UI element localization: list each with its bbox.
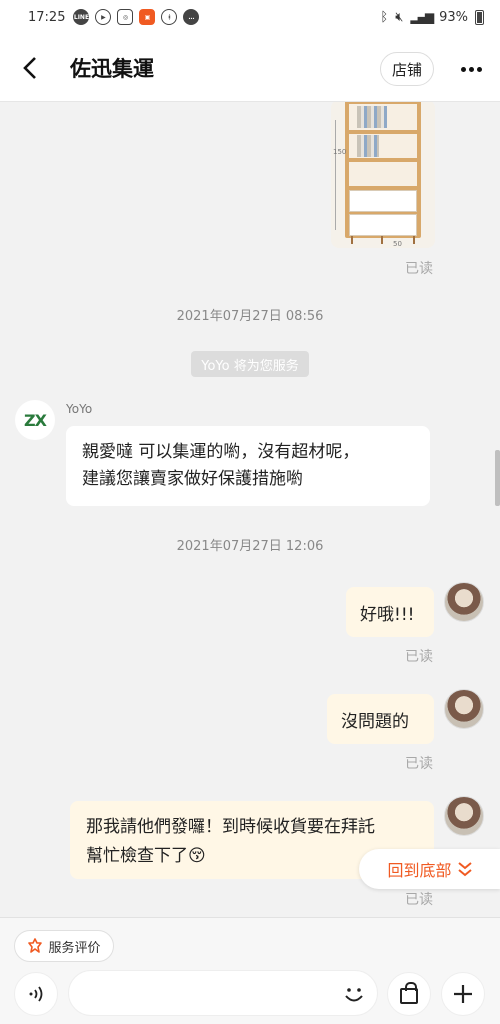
bag-icon [400, 982, 418, 1004]
mute-icon: 🔇︎ [395, 9, 404, 25]
read-status: 已读 [405, 261, 433, 277]
smile-icon [345, 988, 363, 1002]
service-rating-label: 服务评价 [48, 940, 101, 956]
battery-icon [475, 9, 484, 25]
chat-icon: … [183, 9, 200, 25]
scrollbar[interactable] [495, 450, 500, 506]
plus-icon [454, 985, 472, 1003]
walk-icon: ᚼ [161, 9, 178, 25]
read-status: 已读 [405, 649, 433, 665]
status-time: 17:25 [28, 9, 66, 25]
emoji-button[interactable] [340, 980, 368, 1008]
height-dimension: 150 [333, 148, 347, 156]
message-timestamp: 2021年07月27日 12:06 [176, 539, 324, 554]
line-icon: LINE [73, 9, 90, 25]
status-bar: 17:25 LINE ▶ ◎ ▣ ᚼ … ᛒ 🔇︎ ▂▄▆ 93% [0, 0, 500, 34]
read-status: 已读 [405, 756, 433, 772]
agent-avatar[interactable]: ZX [15, 400, 55, 440]
product-image[interactable]: 150 50 [331, 102, 435, 248]
chat-area[interactable]: 150 50 已读 2021年07月27日 08:56 YoYo 将为您服务 Z… [0, 102, 500, 917]
user-message-bubble[interactable]: 沒問題的 [327, 694, 434, 744]
shopee-icon: ▣ [139, 9, 156, 25]
scroll-to-bottom-button[interactable]: 回到底部 [359, 849, 500, 889]
dot-icon [468, 66, 474, 72]
user-avatar[interactable] [444, 582, 484, 622]
dot-icon [460, 66, 466, 72]
agent-name: YoYo [66, 402, 93, 416]
message-input[interactable] [68, 970, 378, 1016]
read-status: 已读 [405, 892, 433, 908]
bookshelf-picture [345, 102, 421, 238]
chevron-left-icon [23, 56, 36, 79]
dot-icon [476, 66, 482, 72]
instagram-icon: ◎ [117, 9, 134, 25]
status-system-icons: ᛒ 🔇︎ ▂▄▆ 93% [380, 9, 484, 25]
double-chevron-down-icon [457, 862, 472, 877]
back-button[interactable] [0, 34, 60, 102]
chat-header: 佐迅集運 店铺 [0, 34, 500, 102]
user-avatar[interactable] [444, 689, 484, 729]
more-options-button[interactable] [456, 52, 486, 86]
play-icon: ▶ [95, 9, 112, 25]
more-actions-button[interactable] [441, 972, 485, 1016]
voice-button[interactable] [14, 972, 58, 1016]
user-avatar[interactable] [444, 796, 484, 836]
message-timestamp: 2021年07月27日 08:56 [176, 309, 324, 324]
input-bar: 服务评价 [0, 917, 500, 1024]
system-notice: YoYo 将为您服务 [191, 351, 309, 377]
rating-icon [28, 938, 43, 953]
page-title: 佐迅集運 [70, 56, 154, 81]
agent-message-bubble[interactable]: 親愛噠 可以集運的喲，沒有超材呢， 建議您讓賣家做好保護措施喲 [66, 426, 430, 506]
battery-percent: 93% [439, 9, 468, 25]
shop-button[interactable]: 店铺 [380, 52, 434, 86]
bluetooth-icon: ᛒ [380, 9, 389, 25]
status-app-icons: LINE ▶ ◎ ▣ ᚼ … [73, 9, 200, 25]
voice-icon [29, 986, 43, 1002]
shopping-bag-button[interactable] [387, 972, 431, 1016]
scroll-to-bottom-label: 回到底部 [387, 861, 452, 880]
signal-icon: ▂▄▆ [410, 10, 434, 24]
service-rating-button[interactable]: 服务评价 [14, 930, 114, 962]
user-message-bubble[interactable]: 好哦!!! [346, 587, 434, 637]
